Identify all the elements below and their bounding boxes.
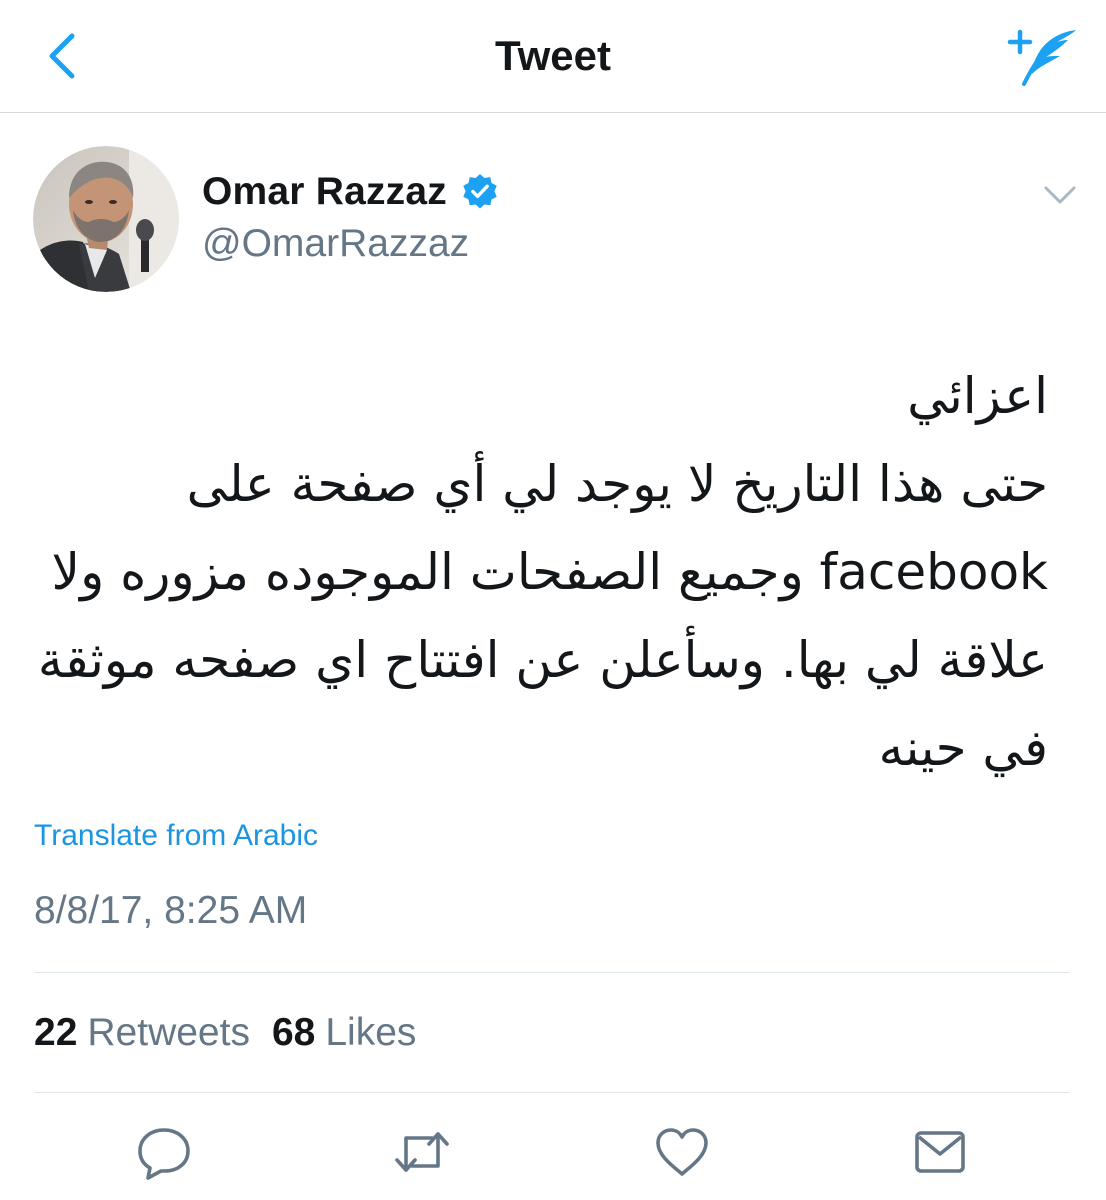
reply-icon	[138, 1128, 190, 1180]
retweets-count: 22	[34, 1011, 78, 1054]
like-button[interactable]	[652, 1124, 712, 1180]
tweet-options-button[interactable]	[1040, 178, 1080, 210]
likes-stat[interactable]: 68 Likes	[272, 1008, 416, 1058]
verified-badge-icon	[463, 173, 497, 209]
author-name[interactable]: Omar Razzaz	[202, 170, 447, 214]
chevron-down-icon	[1044, 186, 1076, 204]
tweet-timestamp: 8/8/17, 8:25 AM	[34, 889, 308, 932]
direct-message-button[interactable]	[910, 1124, 970, 1180]
like-heart-icon	[656, 1128, 708, 1176]
avatar[interactable]	[33, 146, 179, 292]
engagement-stats: 22 Retweets 68 Likes	[34, 1008, 416, 1058]
tweet-line: علاقة لي بها. وسأعلن عن افتتاح اي صفحه م…	[37, 631, 1048, 689]
back-button[interactable]	[40, 30, 88, 82]
page-title: Tweet	[495, 32, 611, 79]
reply-button[interactable]	[134, 1124, 194, 1180]
author-name-row: Omar Razzaz	[202, 166, 499, 218]
top-navigation-bar: Tweet	[0, 0, 1106, 113]
tweet-text: اعزائي حتى هذا التاريخ لا يوجد لي أي صفح…	[30, 352, 1048, 792]
chevron-left-icon	[49, 33, 75, 79]
divider	[34, 972, 1070, 973]
likes-label: Likes	[325, 1011, 417, 1054]
profile-photo	[33, 146, 179, 292]
retweet-button[interactable]	[392, 1124, 452, 1180]
translate-link[interactable]: Translate from Arabic	[34, 816, 318, 856]
retweets-label: Retweets	[87, 1011, 250, 1054]
divider	[34, 1092, 1070, 1093]
likes-count: 68	[271, 1011, 316, 1054]
retweets-stat[interactable]: 22 Retweets	[34, 1008, 250, 1058]
tweet-line: في حينه	[878, 719, 1048, 777]
compose-tweet-icon	[1007, 29, 1076, 86]
direct-message-icon	[915, 1131, 965, 1173]
compose-tweet-button[interactable]	[1002, 26, 1082, 88]
tweet-line: حتى هذا التاريخ لا يوجد لي أي صفحة على	[186, 455, 1048, 513]
tweet-line: اعزائي	[907, 367, 1048, 425]
tweet-line: facebook وجميع الصفحات الموجوده مزوره ول…	[51, 543, 1048, 601]
author-handle[interactable]: @OmarRazzaz	[202, 220, 469, 268]
retweet-icon	[395, 1132, 449, 1172]
